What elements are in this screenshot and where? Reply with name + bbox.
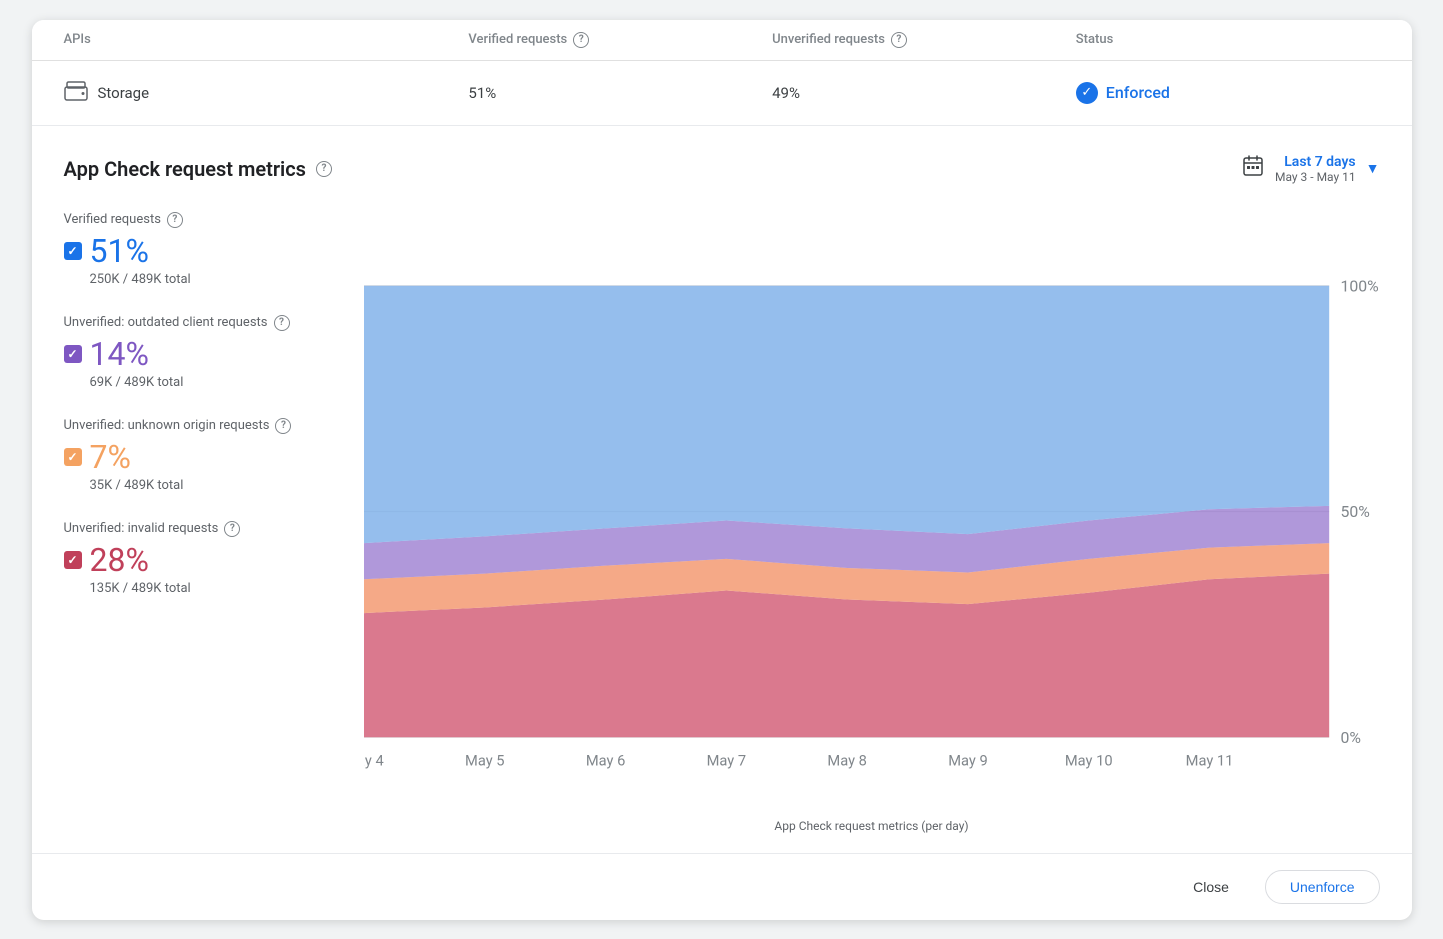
svg-text:50%: 50%: [1340, 502, 1369, 521]
legend-panel: Verified requests ? ✓ 51% 250K / 489K to…: [64, 212, 344, 833]
legend-invalid-label: Unverified: invalid requests: [64, 521, 219, 536]
date-range-sub: May 3 - May 11: [1275, 170, 1356, 184]
legend-item-unknown: Unverified: unknown origin requests ? ✓ …: [64, 418, 344, 493]
legend-verified-help[interactable]: ?: [167, 212, 183, 228]
legend-invalid-help[interactable]: ?: [224, 521, 240, 537]
legend-unknown-percent: 7%: [90, 438, 131, 476]
unverified-help-icon[interactable]: ?: [891, 32, 907, 48]
legend-outdated-checkbox[interactable]: ✓: [64, 345, 82, 363]
header-status: Status: [1076, 32, 1380, 48]
main-card: APIs Verified requests ? Unverified requ…: [32, 20, 1412, 920]
svg-text:May 4: May 4: [364, 751, 384, 769]
metrics-header: App Check request metrics ?: [64, 154, 1380, 184]
legend-unknown-label: Unverified: unknown origin requests: [64, 418, 270, 433]
legend-outdated-percent: 14%: [90, 335, 149, 373]
date-range-label: Last 7 days: [1275, 154, 1356, 170]
legend-item-invalid: Unverified: invalid requests ? ✓ 28% 135…: [64, 521, 344, 596]
svg-text:May 5: May 5: [465, 751, 504, 769]
legend-verified-checkbox[interactable]: ✓: [64, 242, 82, 260]
metrics-title-container: App Check request metrics ?: [64, 157, 332, 181]
svg-text:May 9: May 9: [948, 751, 987, 769]
chart-svg: 100% 50% 0% May 4: [364, 212, 1380, 811]
legend-verified-label: Verified requests: [64, 212, 161, 227]
enforced-check-icon: ✓: [1076, 82, 1098, 104]
legend-invalid-total: 135K / 489K total: [90, 581, 344, 596]
legend-verified-total: 250K / 489K total: [90, 272, 344, 287]
calendar-icon: [1241, 154, 1265, 184]
close-button[interactable]: Close: [1169, 870, 1253, 904]
chevron-down-icon: ▼: [1366, 160, 1380, 177]
chart-area: 100% 50% 0% May 4: [364, 212, 1380, 833]
svg-text:100%: 100%: [1340, 276, 1378, 295]
chart-container: 100% 50% 0% May 4: [364, 212, 1380, 811]
legend-verified-percent: 51%: [90, 232, 149, 270]
metrics-help-icon[interactable]: ?: [316, 161, 332, 177]
legend-invalid-percent: 28%: [90, 541, 149, 579]
verified-help-icon[interactable]: ?: [573, 32, 589, 48]
header-unverified: Unverified requests ?: [772, 32, 1076, 48]
table-header: APIs Verified requests ? Unverified requ…: [32, 20, 1412, 61]
metrics-section: App Check request metrics ?: [32, 126, 1412, 853]
svg-text:May 6: May 6: [585, 751, 624, 769]
legend-unknown-checkbox[interactable]: ✓: [64, 448, 82, 466]
legend-item-verified: Verified requests ? ✓ 51% 250K / 489K to…: [64, 212, 344, 287]
svg-text:May 11: May 11: [1185, 751, 1233, 769]
storage-row: Storage 51% 49% ✓ Enforced: [32, 61, 1412, 126]
metrics-content: Verified requests ? ✓ 51% 250K / 489K to…: [64, 212, 1380, 833]
legend-outdated-label: Unverified: outdated client requests: [64, 315, 268, 330]
footer: Close Unenforce: [32, 853, 1412, 920]
header-apis: APIs: [64, 32, 469, 48]
legend-invalid-checkbox[interactable]: ✓: [64, 551, 82, 569]
verified-percent-cell: 51%: [468, 84, 772, 102]
date-range-text: Last 7 days May 3 - May 11: [1275, 154, 1356, 184]
unverified-percent-cell: 49%: [772, 84, 1076, 102]
legend-outdated-help[interactable]: ?: [274, 315, 290, 331]
svg-text:May 7: May 7: [706, 751, 745, 769]
status-cell: ✓ Enforced: [1076, 82, 1380, 104]
svg-text:0%: 0%: [1340, 727, 1360, 746]
unenforce-button[interactable]: Unenforce: [1265, 870, 1380, 904]
enforced-label: Enforced: [1106, 83, 1170, 102]
svg-text:May 8: May 8: [827, 751, 866, 769]
storage-name-cell: Storage: [64, 81, 469, 105]
header-verified: Verified requests ?: [468, 32, 772, 48]
legend-unknown-help[interactable]: ?: [275, 418, 291, 434]
chart-title: App Check request metrics (per day): [364, 819, 1380, 833]
storage-label: Storage: [98, 84, 150, 102]
metrics-title-text: App Check request metrics: [64, 157, 306, 181]
svg-text:May 10: May 10: [1064, 751, 1112, 769]
storage-icon: [64, 81, 88, 105]
legend-outdated-total: 69K / 489K total: [90, 375, 344, 390]
legend-item-outdated: Unverified: outdated client requests ? ✓…: [64, 315, 344, 390]
date-range-button[interactable]: Last 7 days May 3 - May 11 ▼: [1241, 154, 1380, 184]
legend-unknown-total: 35K / 489K total: [90, 478, 344, 493]
